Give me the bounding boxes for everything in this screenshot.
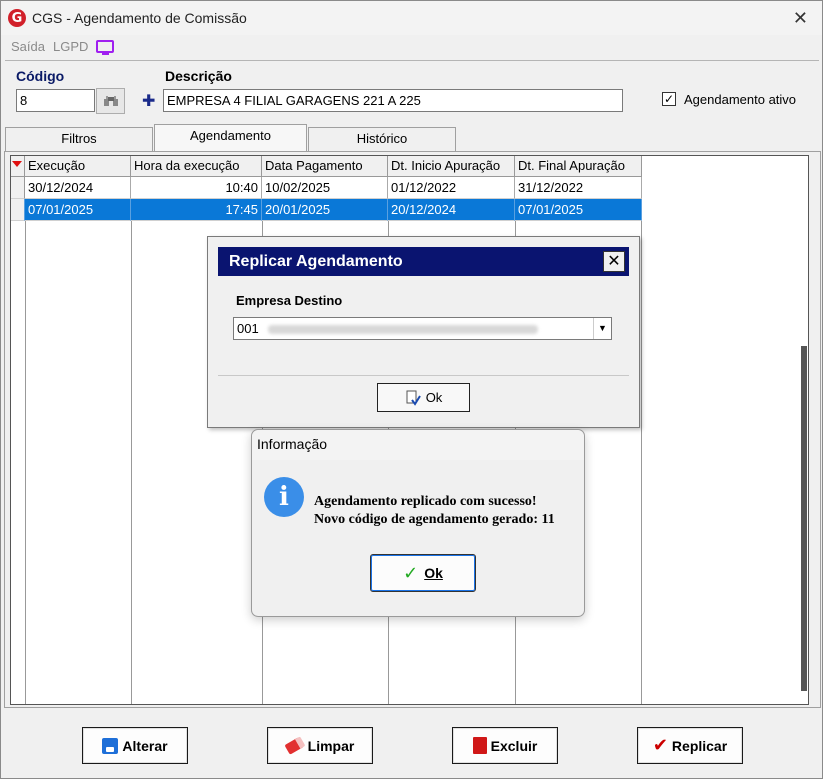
cell-hora[interactable]: 17:45 — [131, 199, 262, 221]
tab-agendamento[interactable]: Agendamento — [154, 124, 307, 152]
document-check-icon — [406, 390, 421, 406]
codigo-input[interactable]: 8 — [16, 89, 95, 112]
info-dialog: Informação i Agendamento replicado com s… — [251, 429, 585, 617]
column-header-inicio[interactable]: Dt. Inicio Apuração — [388, 156, 515, 177]
binoculars-icon — [103, 96, 118, 106]
binoculars-search-button[interactable] — [96, 88, 125, 114]
checkmark-icon: ✔ — [652, 735, 668, 756]
descricao-label: Descrição — [165, 68, 232, 84]
agendamento-ativo-checkbox[interactable]: ✓ — [662, 92, 676, 106]
window-title: CGS - Agendamento de Comissão — [32, 10, 247, 26]
blurred-company-name — [268, 325, 539, 335]
codigo-label: Código — [16, 68, 65, 84]
grid-header: Execução Hora da execução Data Pagamento… — [11, 156, 642, 177]
cell-pagamento[interactable]: 10/02/2025 — [262, 177, 388, 199]
chevron-down-icon[interactable]: ▼ — [593, 318, 611, 339]
agendamento-ativo-label: Agendamento ativo — [684, 92, 797, 107]
cell-final[interactable]: 07/01/2025 — [515, 199, 642, 221]
monitor-icon[interactable] — [96, 39, 115, 55]
column-divider — [641, 221, 642, 704]
add-icon[interactable]: ✚ — [142, 91, 155, 111]
tab-historico[interactable]: Histórico — [308, 127, 456, 151]
cell-execucao[interactable]: 30/12/2024 — [25, 177, 131, 199]
cell-hora[interactable]: 10:40 — [131, 177, 262, 199]
replicar-label: Replicar — [671, 737, 728, 754]
column-header-final[interactable]: Dt. Final Apuração — [515, 156, 642, 177]
empresa-destino-select[interactable]: 001 ▼ — [233, 317, 612, 340]
column-header-pagamento[interactable]: Data Pagamento — [262, 156, 388, 177]
replicar-title-text: Replicar Agendamento — [229, 253, 403, 270]
replicar-dialog: Replicar Agendamento ✕ Empresa Destino 0… — [207, 236, 640, 428]
alterar-button[interactable]: Alterar — [82, 727, 188, 764]
info-ok-label: Ok — [424, 565, 443, 581]
replicar-dialog-footer: Ok — [218, 375, 629, 419]
eraser-icon — [284, 736, 306, 755]
save-icon — [102, 737, 119, 754]
column-divider — [25, 221, 26, 704]
replicar-dialog-title: Replicar Agendamento ✕ — [218, 247, 629, 276]
table-row[interactable]: 30/12/2024 10:40 10/02/2025 01/12/2022 3… — [11, 177, 642, 199]
limpar-button[interactable]: Limpar — [267, 727, 373, 764]
info-ok-button[interactable]: ✓ Ok — [370, 554, 476, 592]
checkmark-icon: ✓ — [403, 562, 419, 584]
cell-execucao[interactable]: 07/01/2025 — [25, 199, 131, 221]
info-dialog-title: Informação — [257, 436, 328, 452]
replicar-ok-button[interactable]: Ok — [377, 383, 470, 412]
sort-indicator-icon — [11, 156, 25, 177]
replicar-button[interactable]: ✔ Replicar — [637, 727, 743, 764]
info-icon: i — [264, 477, 304, 517]
cell-inicio[interactable]: 01/12/2022 — [388, 177, 515, 199]
title-bar: G CGS - Agendamento de Comissão ✕ — [1, 1, 822, 35]
action-bar: Alterar Limpar Excluir ✔ Replicar — [5, 711, 820, 777]
column-divider — [131, 221, 132, 704]
descricao-input[interactable]: EMPRESA 4 FILIAL GARAGENS 221 A 225 — [163, 89, 623, 112]
column-header-execucao[interactable]: Execução — [25, 156, 131, 177]
cell-pagamento[interactable]: 20/01/2025 — [262, 199, 388, 221]
tab-filtros[interactable]: Filtros — [5, 127, 153, 151]
menu-lgpd[interactable]: LGPD — [53, 39, 88, 54]
empresa-destino-value: 001 — [237, 321, 259, 336]
excluir-button[interactable]: Excluir — [452, 727, 558, 764]
menu-bar: Saída LGPD — [1, 35, 115, 57]
excluir-label: Excluir — [490, 737, 538, 754]
close-dialog-icon[interactable]: ✕ — [603, 251, 625, 272]
info-message: Agendamento replicado com sucesso! Novo … — [314, 493, 555, 529]
trash-icon — [472, 737, 487, 754]
cell-final[interactable]: 31/12/2022 — [515, 177, 642, 199]
row-indicator[interactable] — [11, 177, 25, 199]
cell-inicio[interactable]: 20/12/2024 — [388, 199, 515, 221]
column-header-hora[interactable]: Hora da execução — [131, 156, 262, 177]
alterar-label: Alterar — [122, 737, 168, 754]
table-row-selected[interactable]: 07/01/2025 17:45 20/01/2025 20/12/2024 0… — [11, 199, 642, 221]
replicar-ok-label: Ok — [425, 390, 443, 405]
vertical-scrollbar[interactable] — [801, 346, 807, 691]
row-indicator[interactable] — [11, 199, 25, 221]
menu-saida[interactable]: Saída — [11, 39, 45, 54]
info-message-line2: Novo código de agendamento gerado: 11 — [314, 512, 555, 527]
limpar-label: Limpar — [307, 737, 355, 754]
info-message-line1: Agendamento replicado com sucesso! — [314, 494, 537, 509]
app-logo-icon: G — [8, 9, 26, 27]
empresa-destino-label: Empresa Destino — [236, 293, 343, 308]
close-window-icon[interactable]: ✕ — [793, 8, 808, 29]
divider — [5, 60, 819, 61]
